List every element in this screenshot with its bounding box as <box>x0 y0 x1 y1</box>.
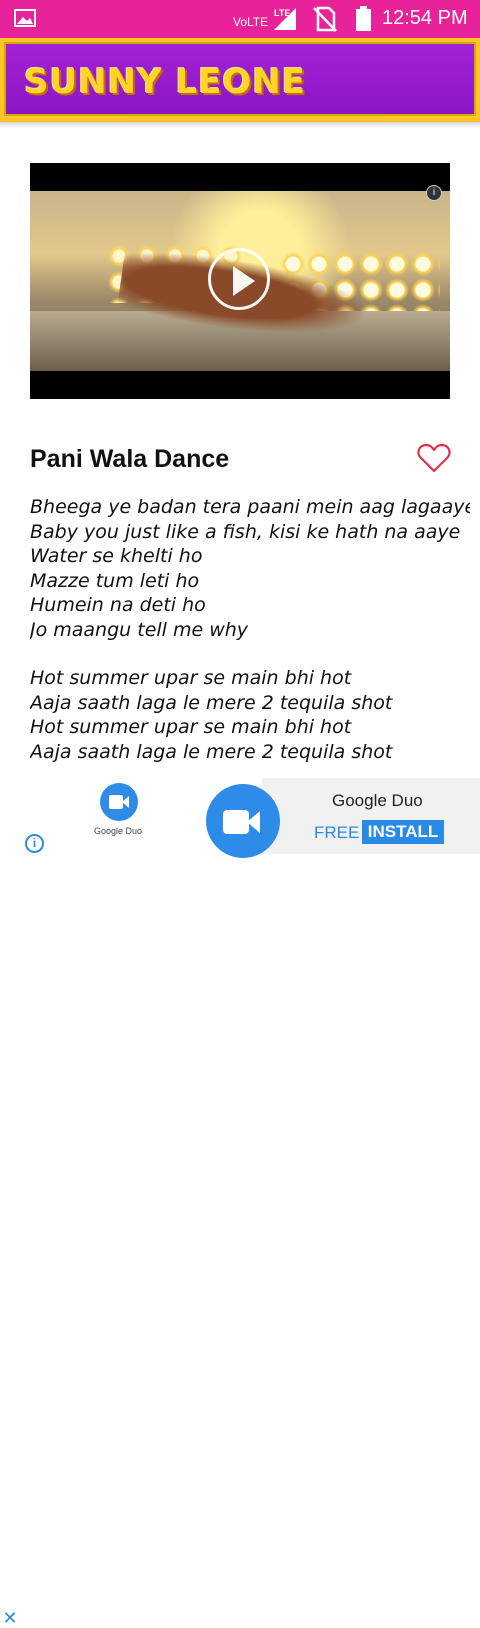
lyric-line: Hot summer upar se main bhi hot <box>30 716 352 738</box>
ad-small-app-label: Google Duo <box>94 826 143 836</box>
app-header: SUNNY LEONE <box>0 38 480 122</box>
app-title: SUNNY LEONE <box>24 62 306 102</box>
lyric-line: Baby you just like a fish, kisi ke hath … <box>30 520 461 543</box>
ad-banner[interactable]: Google Duo Google Duo FREE INSTALL ✕ i <box>0 778 480 1627</box>
lyric-stanza-gap <box>30 642 470 666</box>
ad-price-label: FREE <box>314 823 360 842</box>
status-bar: VoLTE LTE 12:54 PM <box>0 0 480 38</box>
lyric-line: Bheega ye badan tera paani mein aag laga… <box>30 496 470 518</box>
lyrics-text: Bheega ye badan tera paani mein aag laga… <box>30 495 470 766</box>
app-header-panel: SUNNY LEONE <box>4 42 476 116</box>
lyric-line: Jo maangu tell me why <box>30 618 249 641</box>
google-duo-logo-large[interactable] <box>206 784 280 858</box>
gallery-icon <box>14 9 36 27</box>
lyric-line: Hot summer upar se main bhi hot <box>30 667 352 689</box>
lyric-line: Humein na deti ho <box>30 594 206 616</box>
play-icon <box>233 266 255 296</box>
ad-close-icon[interactable]: ✕ <box>2 1609 18 1627</box>
install-button[interactable]: INSTALL <box>362 820 444 844</box>
network-label: VoLTE <box>233 15 269 29</box>
lyric-line: Water se khelti ho <box>30 545 203 567</box>
no-sim-icon <box>313 6 337 32</box>
play-button[interactable] <box>208 248 270 310</box>
song-title: Pani Wala Dance <box>30 445 230 473</box>
lyric-line: Aaja saath laga le mere 2 tequila shot <box>30 740 393 763</box>
video-camera-lens <box>247 811 260 833</box>
video-player[interactable]: i <box>30 163 450 399</box>
google-duo-logo-small <box>100 783 138 821</box>
ad-app-name[interactable]: Google Duo <box>332 791 423 811</box>
ad-info-icon[interactable]: i <box>25 834 44 853</box>
video-camera-icon <box>223 810 249 834</box>
lyric-line: Aaja saath laga le mere 2 tequila shot <box>30 691 393 714</box>
heart-outline-icon[interactable] <box>417 443 451 473</box>
video-info-icon[interactable]: i <box>426 185 442 201</box>
battery-icon <box>356 6 371 31</box>
signal-icon: LTE <box>274 8 296 30</box>
header-shadow <box>0 122 480 128</box>
video-camera-lens <box>122 796 129 808</box>
lyric-line: Mazze tum leti ho <box>30 569 200 592</box>
video-camera-icon <box>109 795 123 809</box>
clock: 12:54 PM <box>382 7 468 29</box>
network-type-label: LTE <box>274 8 290 18</box>
